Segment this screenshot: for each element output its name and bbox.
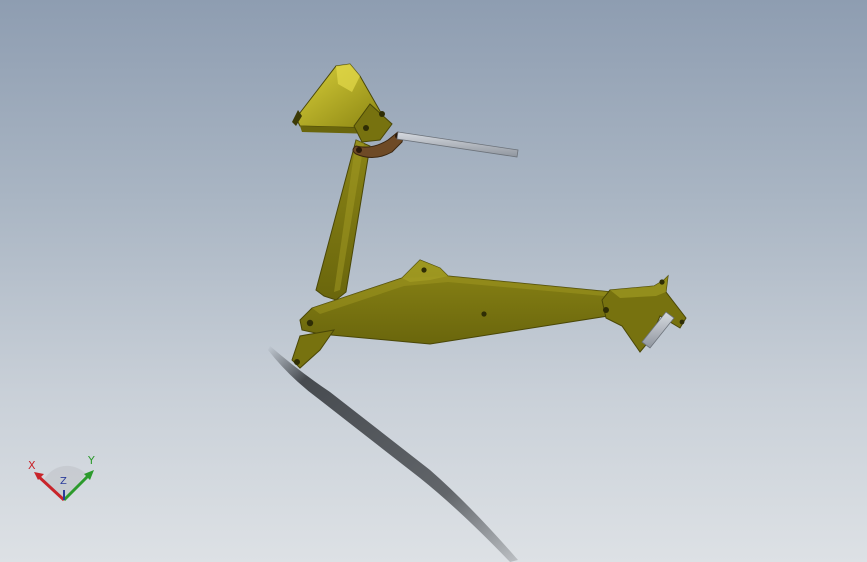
reference-triad[interactable]: X Y Z	[24, 452, 104, 508]
graphics-viewport[interactable]: X Y Z	[0, 0, 867, 562]
model-shadow	[268, 346, 518, 562]
triad-x-label: X	[28, 459, 36, 472]
model-canvas[interactable]	[0, 0, 867, 562]
boom-foot-bracket[interactable]	[291, 329, 336, 369]
triad-y-label: Y	[88, 454, 95, 467]
triad-z-label: Z	[60, 476, 67, 487]
dipper-arm[interactable]	[315, 139, 371, 301]
bucket-cylinder-rod[interactable]	[396, 131, 519, 158]
